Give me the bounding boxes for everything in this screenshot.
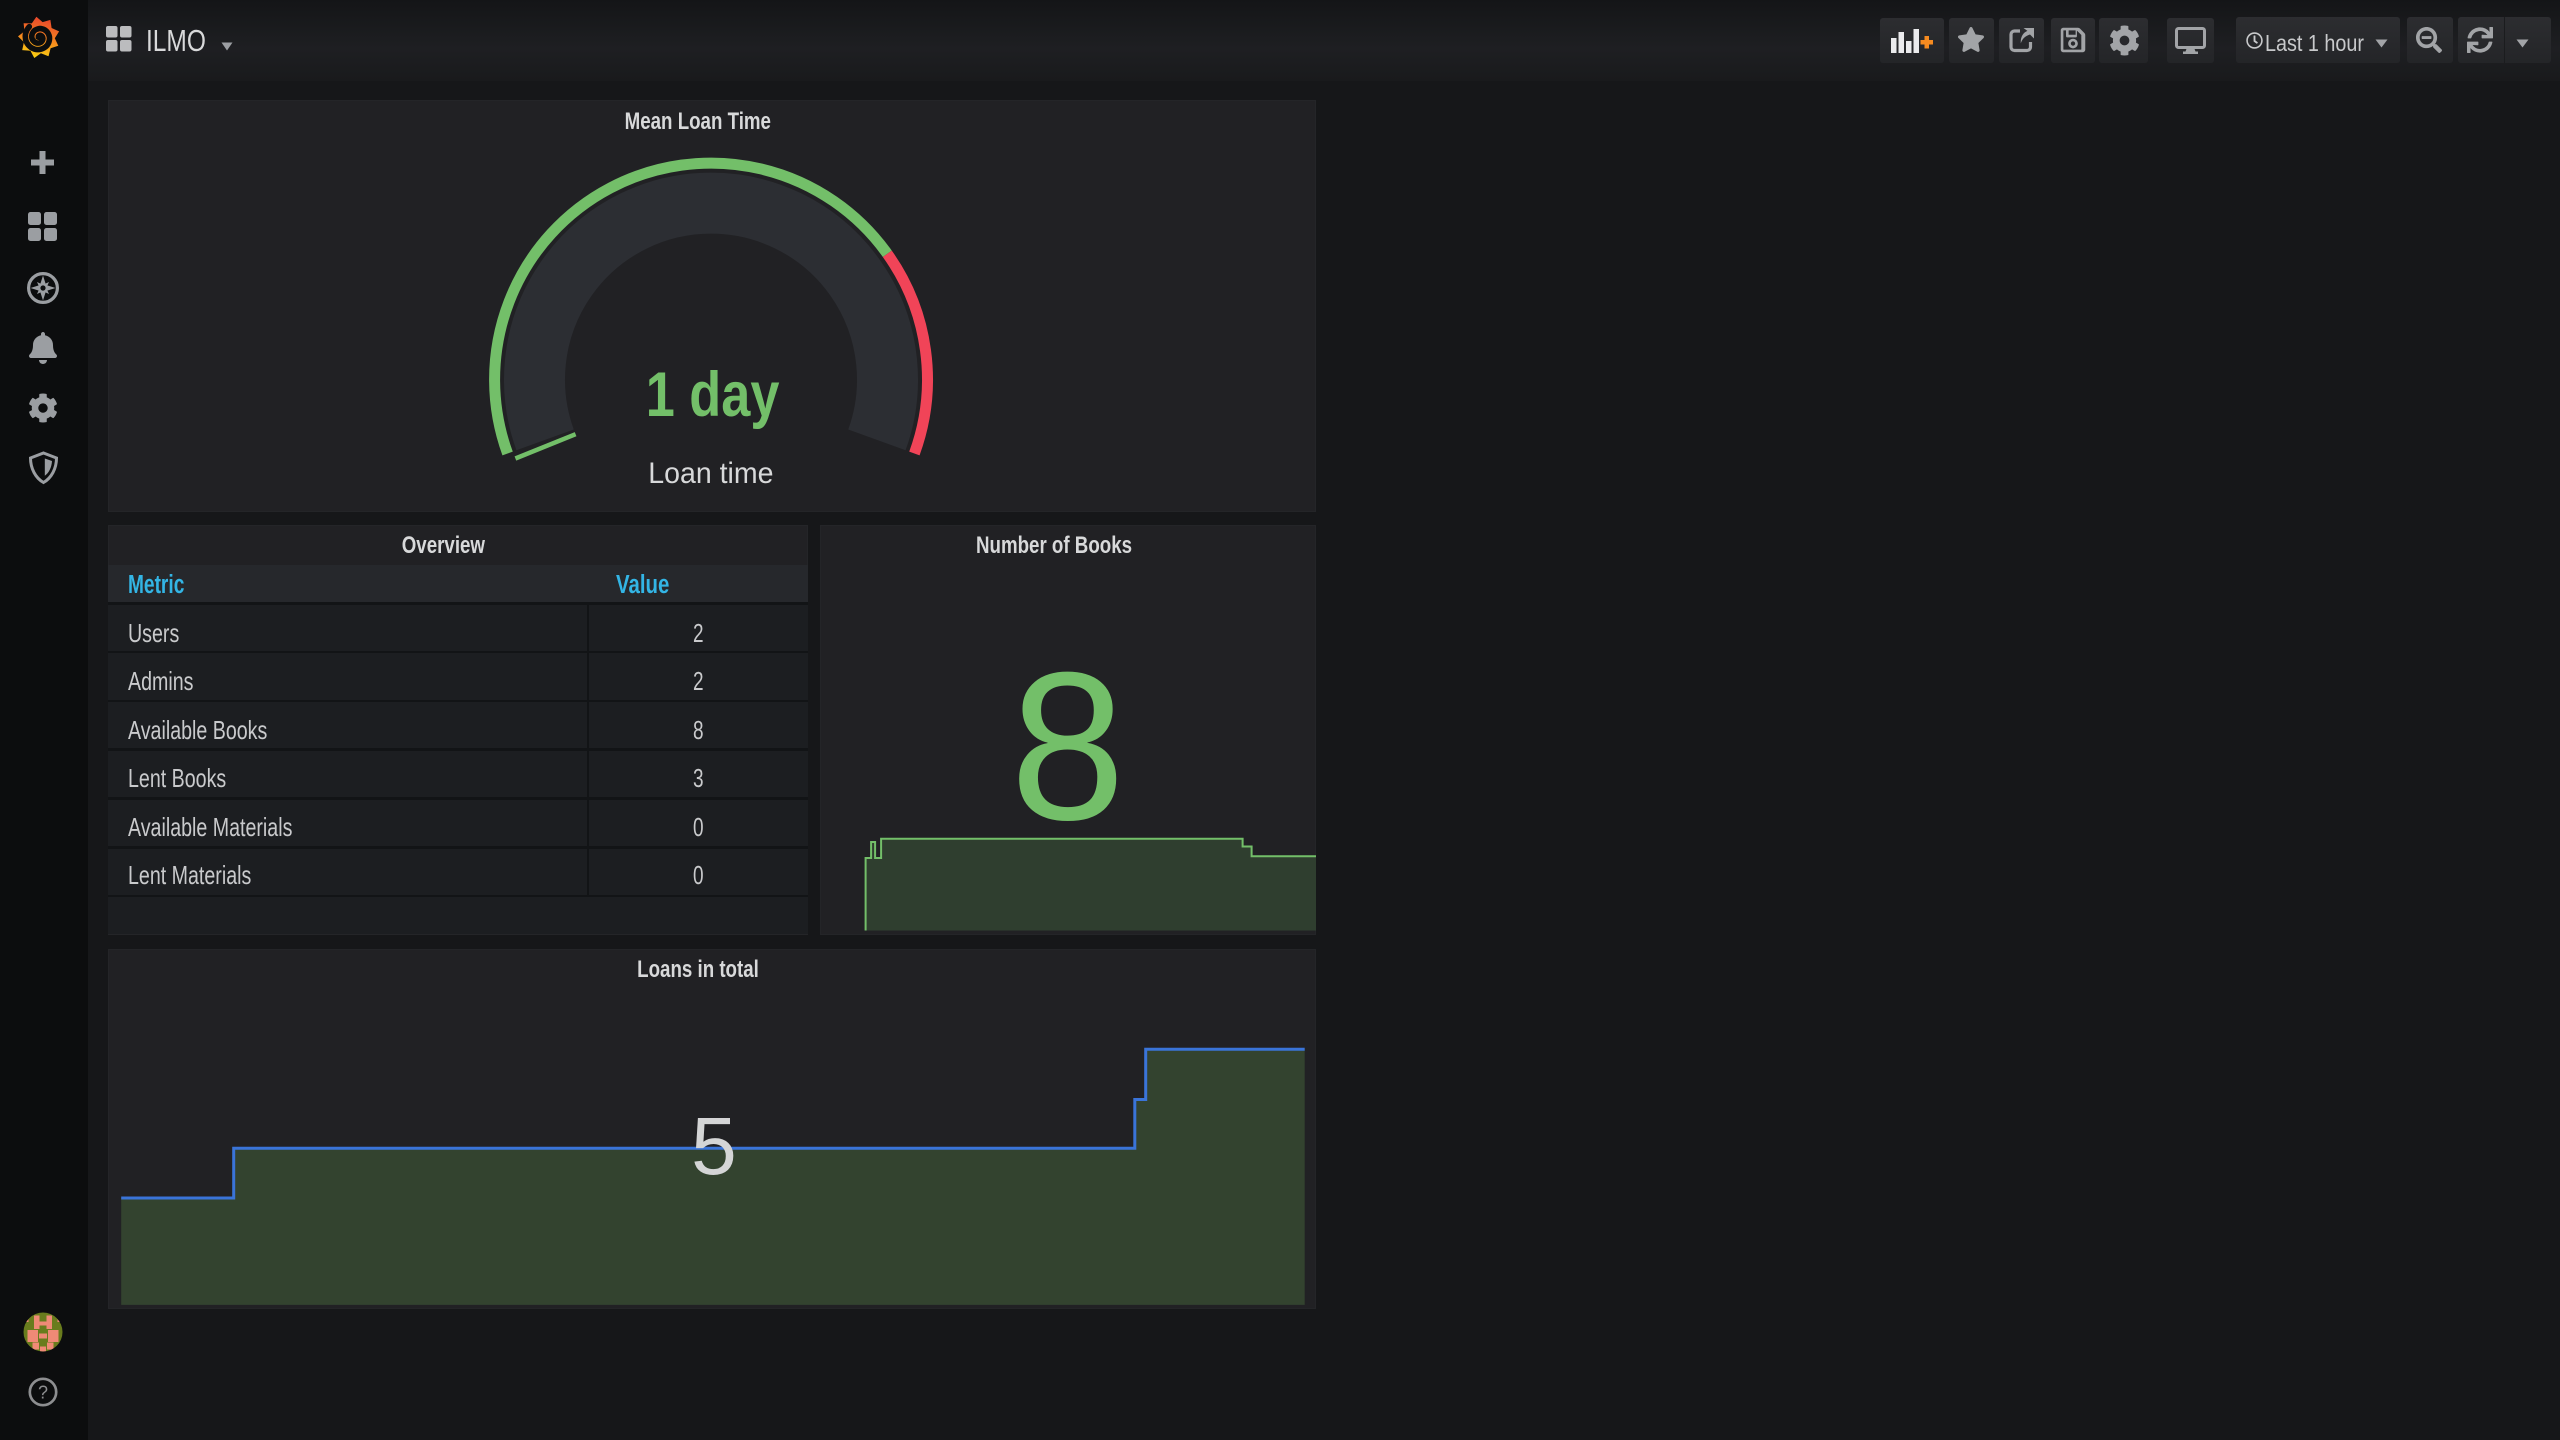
svg-text:?: ?: [38, 1383, 48, 1403]
